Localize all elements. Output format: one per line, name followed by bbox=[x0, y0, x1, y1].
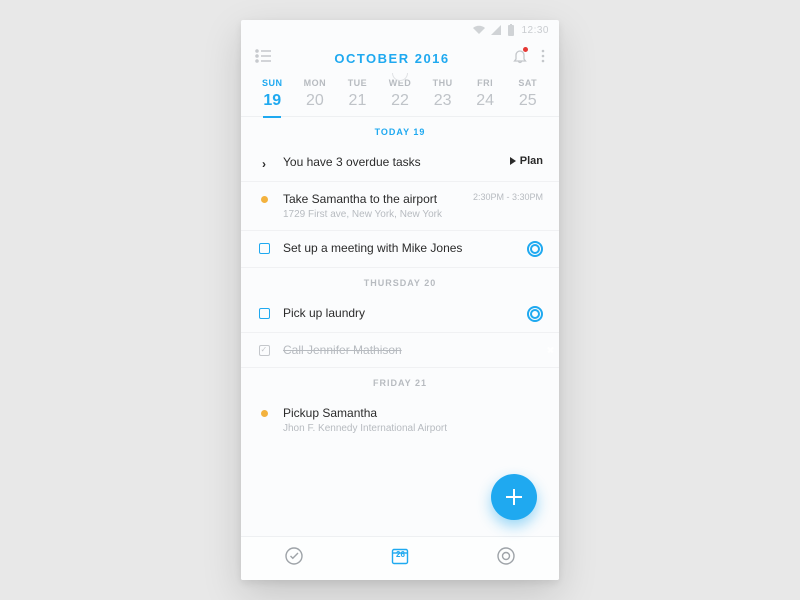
event-dot-icon bbox=[261, 410, 268, 417]
day-label: SUN bbox=[251, 78, 294, 88]
menu-list-icon[interactable] bbox=[255, 49, 271, 68]
day-tue[interactable]: TUE 21 bbox=[336, 78, 379, 110]
play-icon bbox=[510, 157, 516, 165]
focus-ring-icon[interactable] bbox=[527, 306, 543, 322]
day-label: FRI bbox=[464, 78, 507, 88]
phone-frame: 12:30 OCTOBER 2016 SUN 19 MON 20 TUE 2 bbox=[241, 20, 559, 580]
day-number: 22 bbox=[379, 92, 422, 110]
add-fab-button[interactable] bbox=[491, 474, 537, 520]
day-number: 19 bbox=[251, 92, 294, 110]
day-label: MON bbox=[294, 78, 337, 88]
day-wed[interactable]: WED 22 bbox=[379, 78, 422, 110]
task-time: 2:30PM - 3:30PM bbox=[473, 192, 543, 202]
section-today: TODAY 19 bbox=[241, 117, 559, 145]
status-bar: 12:30 bbox=[241, 20, 559, 40]
overflow-menu-icon[interactable] bbox=[541, 49, 545, 68]
day-label: TUE bbox=[336, 78, 379, 88]
checkbox-icon[interactable] bbox=[259, 308, 270, 319]
day-number: 21 bbox=[336, 92, 379, 110]
wifi-icon bbox=[473, 25, 485, 35]
notifications-icon[interactable] bbox=[513, 48, 527, 69]
day-mon[interactable]: MON 20 bbox=[294, 78, 337, 110]
nav-focus-icon[interactable] bbox=[496, 546, 516, 571]
event-dot-icon bbox=[261, 196, 268, 203]
focus-ring-icon[interactable] bbox=[527, 241, 543, 257]
task-title: Set up a meeting with Mike Jones bbox=[283, 241, 515, 255]
plan-button[interactable]: Plan bbox=[510, 155, 543, 167]
day-label: THU bbox=[421, 78, 464, 88]
task-pickup[interactable]: Pickup Samantha Jhon F. Kennedy Internat… bbox=[241, 396, 559, 444]
day-sun[interactable]: SUN 19 bbox=[251, 78, 294, 110]
overdue-row[interactable]: › You have 3 overdue tasks Plan bbox=[241, 145, 559, 182]
overdue-text: You have 3 overdue tasks bbox=[283, 155, 421, 169]
status-time: 12:30 bbox=[521, 25, 549, 36]
section-thursday: THURSDAY 20 bbox=[241, 268, 559, 296]
day-label: SAT bbox=[506, 78, 549, 88]
signal-icon bbox=[491, 25, 501, 35]
task-title: Pick up laundry bbox=[283, 306, 515, 320]
battery-icon bbox=[507, 24, 515, 36]
app-bar: OCTOBER 2016 bbox=[241, 40, 559, 76]
task-call[interactable]: Call Jennifer Mathison bbox=[241, 333, 559, 368]
section-friday: FRIDAY 21 bbox=[241, 368, 559, 396]
task-title: Pickup Samantha bbox=[283, 406, 543, 420]
task-title: Call Jennifer Mathison bbox=[283, 343, 531, 357]
nav-calendar-icon[interactable]: 26 bbox=[390, 546, 410, 571]
task-title: Take Samantha to the airport bbox=[283, 192, 461, 206]
day-sat[interactable]: SAT 25 bbox=[506, 78, 549, 110]
task-meeting[interactable]: Set up a meeting with Mike Jones bbox=[241, 231, 559, 268]
checkbox-checked-icon[interactable] bbox=[259, 345, 270, 356]
day-number: 24 bbox=[464, 92, 507, 110]
nav-tasks-icon[interactable] bbox=[284, 546, 304, 571]
day-number: 23 bbox=[421, 92, 464, 110]
day-fri[interactable]: FRI 24 bbox=[464, 78, 507, 110]
agenda-list: TODAY 19 › You have 3 overdue tasks Plan… bbox=[241, 116, 559, 536]
task-subtitle: 1729 First ave, New York, New York bbox=[283, 209, 461, 220]
chevron-right-icon: › bbox=[262, 157, 266, 171]
day-thu[interactable]: THU 23 bbox=[421, 78, 464, 110]
calendar-date-badge: 26 bbox=[396, 550, 405, 559]
checkbox-icon[interactable] bbox=[259, 243, 270, 254]
week-strip: SUN 19 MON 20 TUE 21 WED 22 THU 23 FRI 2… bbox=[241, 76, 559, 116]
task-subtitle: Jhon F. Kennedy International Airport bbox=[283, 423, 543, 434]
bottom-nav: 26 bbox=[241, 536, 559, 580]
task-laundry[interactable]: Pick up laundry bbox=[241, 296, 559, 333]
day-number: 20 bbox=[294, 92, 337, 110]
month-title[interactable]: OCTOBER 2016 bbox=[334, 51, 449, 66]
day-number: 25 bbox=[506, 92, 549, 110]
task-airport[interactable]: Take Samantha to the airport 1729 First … bbox=[241, 182, 559, 231]
